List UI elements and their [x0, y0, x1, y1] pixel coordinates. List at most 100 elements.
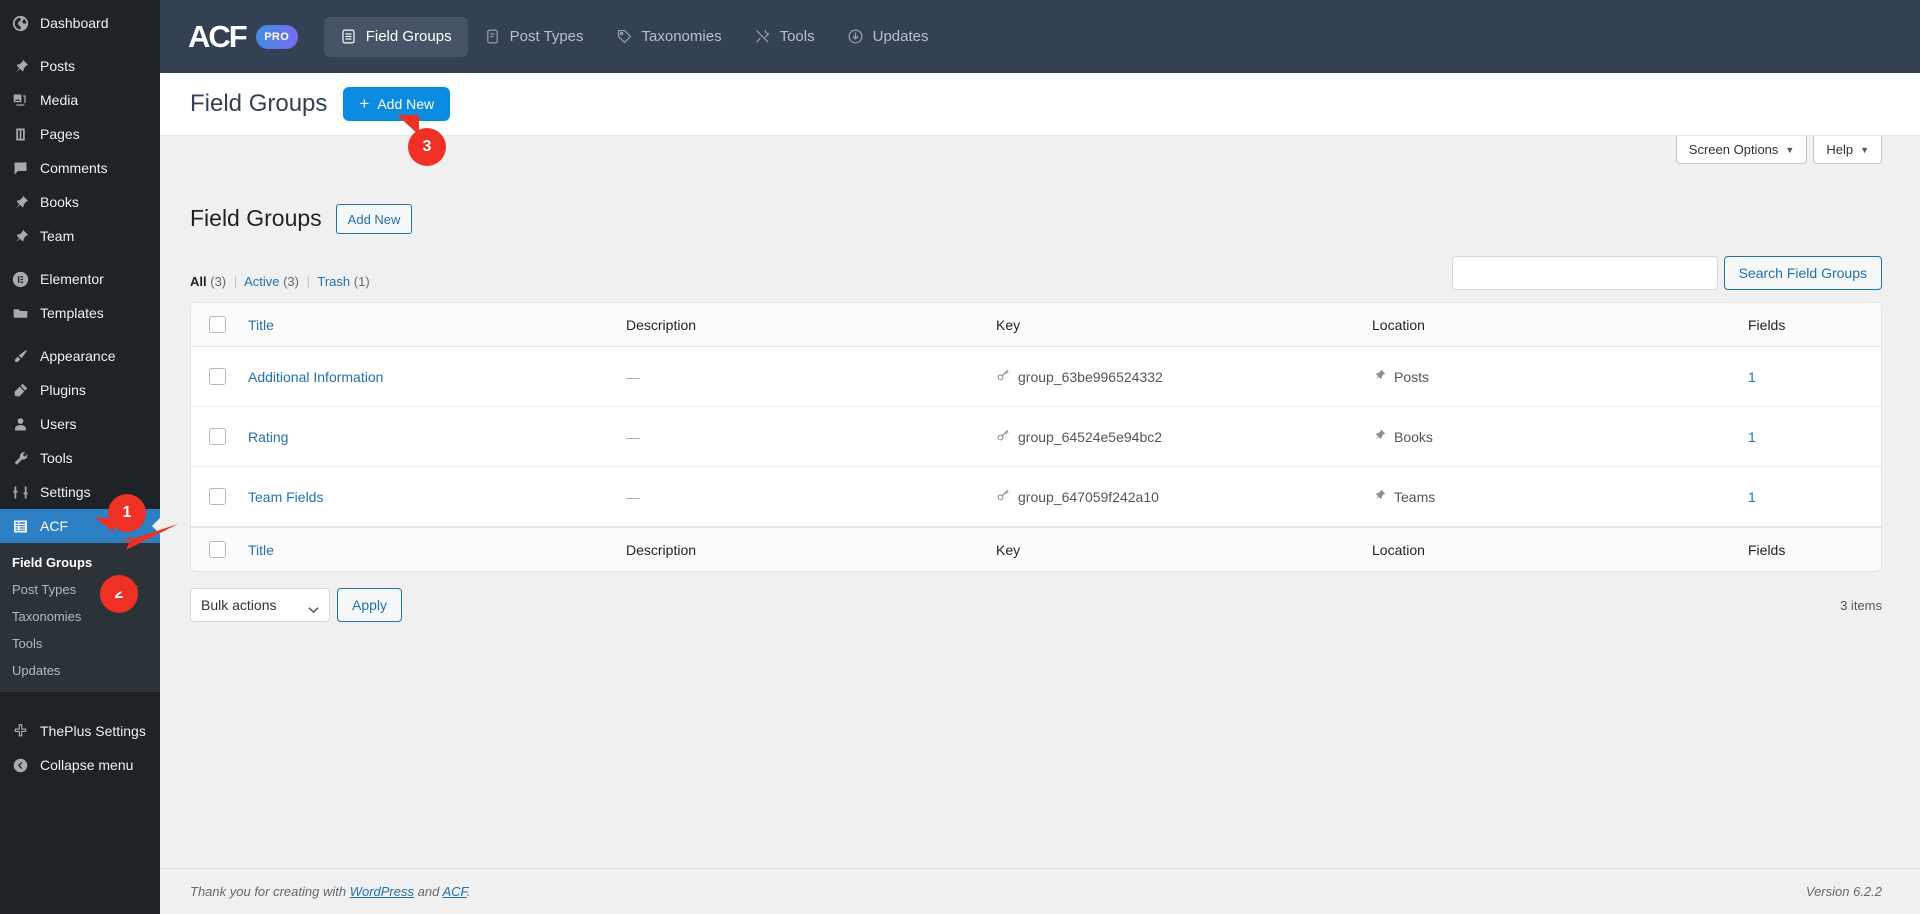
chevron-down-icon: ▼ — [1785, 144, 1795, 155]
media-icon — [12, 92, 38, 109]
acf-tab-field-groups[interactable]: Field Groups — [323, 16, 468, 57]
sidebar-label: Elementor — [40, 271, 104, 287]
table-head: Title Description Key Location Fields — [191, 303, 1881, 347]
sidebar-item-tools[interactable]: Tools — [0, 441, 160, 475]
sidebar-item-templates[interactable]: Templates — [0, 296, 160, 330]
list-header: Field Groups Add New — [190, 204, 1882, 234]
sidebar-item-collapse-menu[interactable]: Collapse menu — [0, 748, 160, 782]
table-row[interactable]: Team Fields — group_647059f242a10 Teams … — [191, 467, 1881, 527]
row-key-cell: group_63be996524332 — [986, 347, 1362, 407]
field-group-link[interactable]: Rating — [248, 429, 288, 445]
field-group-link[interactable]: Team Fields — [248, 489, 323, 505]
sidebar-item-books[interactable]: Books — [0, 185, 160, 219]
sidebar-label: Media — [40, 92, 79, 108]
footer-key: Key — [986, 527, 1362, 571]
sliders-icon — [12, 484, 38, 501]
sidebar-label: Collapse menu — [40, 757, 134, 773]
sidebar-item-theplus-settings[interactable]: ThePlus Settings — [0, 714, 160, 748]
sidebar-item-team[interactable]: Team — [0, 219, 160, 253]
acf-tab-taxonomies[interactable]: Taxonomies — [600, 17, 738, 57]
sidebar-item-acf[interactable]: ACF — [0, 509, 161, 543]
submenu-updates[interactable]: Updates — [0, 657, 160, 684]
views-separator: | — [306, 274, 310, 289]
search-input[interactable] — [1451, 256, 1718, 290]
row-key: group_64524e5e94bc2 — [1018, 428, 1163, 445]
table-row[interactable]: Rating — group_64524e5e94bc2 Books 1 — [191, 407, 1881, 467]
table-nav-bottom: Bulk actionsActivateDeactivateDuplicateM… — [190, 588, 1882, 622]
acf-tab-tools[interactable]: Tools — [738, 17, 831, 57]
header-location: Location — [1362, 303, 1738, 347]
view-link-trash[interactable]: Trash — [317, 274, 350, 289]
row-checkbox-cell — [191, 467, 236, 527]
row-fields-count[interactable]: 1 — [1748, 429, 1756, 445]
select-all-checkbox[interactable] — [209, 316, 226, 333]
sidebar-item-dashboard[interactable]: Dashboard — [0, 6, 160, 40]
key-icon — [996, 368, 1010, 385]
view-count-trash: (1) — [353, 274, 370, 289]
sidebar-label: Tools — [40, 450, 73, 466]
acf-tab-updates[interactable]: Updates — [831, 17, 945, 57]
sidebar-item-media[interactable]: Media — [0, 83, 160, 117]
sidebar-label: Team — [40, 228, 75, 244]
select-all-checkbox-footer[interactable] — [209, 541, 226, 558]
row-checkbox[interactable] — [209, 428, 226, 445]
sort-title-link[interactable]: Title — [248, 317, 274, 333]
view-link-active[interactable]: Active — [244, 274, 279, 289]
key-icon — [996, 428, 1010, 445]
sidebar-item-users[interactable]: Users — [0, 407, 160, 441]
table-header-row: Title Description Key Location Fields — [191, 303, 1881, 347]
submenu-post-types[interactable]: Post Types — [0, 576, 160, 603]
row-fields-count[interactable]: 1 — [1748, 489, 1756, 505]
folder-icon — [12, 305, 38, 322]
sidebar-separator — [0, 330, 160, 339]
sidebar-item-appearance[interactable]: Appearance — [0, 339, 160, 373]
sidebar-separator — [0, 253, 160, 262]
sidebar-label: Templates — [40, 305, 104, 321]
row-key-cell: group_64524e5e94bc2 — [986, 407, 1362, 467]
sidebar-item-plugins[interactable]: Plugins — [0, 373, 160, 407]
row-fields-count[interactable]: 1 — [1748, 369, 1756, 385]
footer-location: Location — [1362, 527, 1738, 571]
footer-version: Version 6.2.2 — [1805, 884, 1882, 899]
wrench-icon — [12, 450, 38, 467]
row-checkbox[interactable] — [209, 488, 226, 505]
chevron-down-icon: ▼ — [1860, 144, 1869, 155]
app-root: Dashboard Posts Media Pages Comments Boo… — [0, 0, 1920, 914]
sidebar-item-elementor[interactable]: Elementor — [0, 262, 160, 296]
sidebar-item-settings[interactable]: Settings — [0, 475, 160, 509]
screen-meta-links: Screen Options ▼ Help ▼ — [160, 136, 1920, 180]
acf-page-header: Field Groups + Add New — [160, 73, 1920, 136]
add-new-top-button[interactable]: + Add New — [343, 87, 451, 121]
submenu-tools[interactable]: Tools — [0, 630, 160, 657]
help-button[interactable]: Help ▼ — [1813, 136, 1882, 164]
field-groups-icon — [340, 28, 357, 45]
wordpress-link[interactable]: WordPress — [350, 884, 414, 899]
row-location: Teams — [1394, 488, 1436, 505]
help-label: Help — [1826, 142, 1854, 157]
row-description-cell: — — [616, 467, 986, 527]
select-all-header — [191, 303, 236, 347]
sidebar-item-pages[interactable]: Pages — [0, 117, 160, 151]
apply-bulk-action-button[interactable]: Apply — [337, 588, 403, 622]
sort-title-link-footer[interactable]: Title — [248, 542, 274, 558]
footer-thanks-prefix: Thank you for creating with — [190, 884, 350, 899]
add-new-top-label: Add New — [377, 96, 435, 112]
submenu-taxonomies[interactable]: Taxonomies — [0, 603, 160, 630]
screen-options-button[interactable]: Screen Options ▼ — [1675, 136, 1808, 164]
sidebar-item-posts[interactable]: Posts — [0, 49, 160, 83]
acf-tab-label: Post Types — [509, 28, 584, 45]
row-location: Posts — [1394, 368, 1430, 385]
sidebar-item-comments[interactable]: Comments — [0, 151, 160, 185]
screen-options-label: Screen Options — [1688, 142, 1779, 157]
acf-link[interactable]: ACF — [442, 884, 466, 899]
sidebar-separator — [0, 692, 160, 714]
row-checkbox[interactable] — [209, 368, 226, 385]
view-link-all[interactable]: All — [190, 274, 207, 289]
add-new-secondary-button[interactable]: Add New — [335, 204, 413, 234]
acf-tab-post-types[interactable]: Post Types — [468, 17, 600, 57]
submenu-field-groups[interactable]: Field Groups — [0, 549, 160, 576]
bulk-actions-select[interactable]: Bulk actionsActivateDeactivateDuplicateM… — [190, 588, 330, 622]
search-field-groups-button[interactable]: Search Field Groups — [1723, 256, 1882, 290]
table-row[interactable]: Additional Information — group_63be99652… — [191, 347, 1881, 407]
field-group-link[interactable]: Additional Information — [248, 369, 383, 385]
